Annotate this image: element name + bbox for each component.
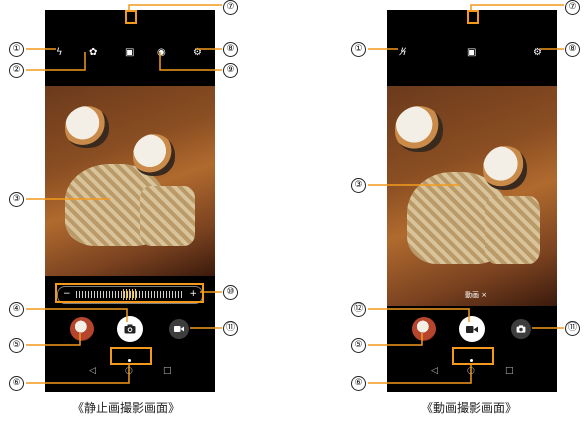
callout-12: ⑫ [351,302,366,317]
callout-6: ⑥ [351,376,366,391]
callout-1: ① [351,42,366,57]
callout-2: ② [9,63,24,78]
callout-7: ⑦ [223,0,238,15]
callout-4: ④ [9,302,24,317]
leader-lines [26,4,564,384]
callout-9: ⑨ [223,63,238,78]
callout-8: ⑧ [223,42,238,57]
callout-5: ⑤ [9,338,24,353]
photo-screen-caption: 《静止画撮影画面》 [72,401,181,415]
callout-5: ⑤ [351,338,366,353]
callout-10: ⑩ [223,285,238,300]
video-screen-caption: 《動画撮影画面》 [421,401,518,415]
callout-3: ③ [351,178,366,193]
callout-1: ① [9,42,24,57]
callout-7: ⑦ [565,0,580,15]
callout-11: ⑪ [223,321,238,336]
callout-6: ⑥ [9,376,24,391]
callout-3: ③ [9,192,24,207]
callout-11: ⑪ [565,321,580,336]
callout-8: ⑧ [565,42,580,57]
